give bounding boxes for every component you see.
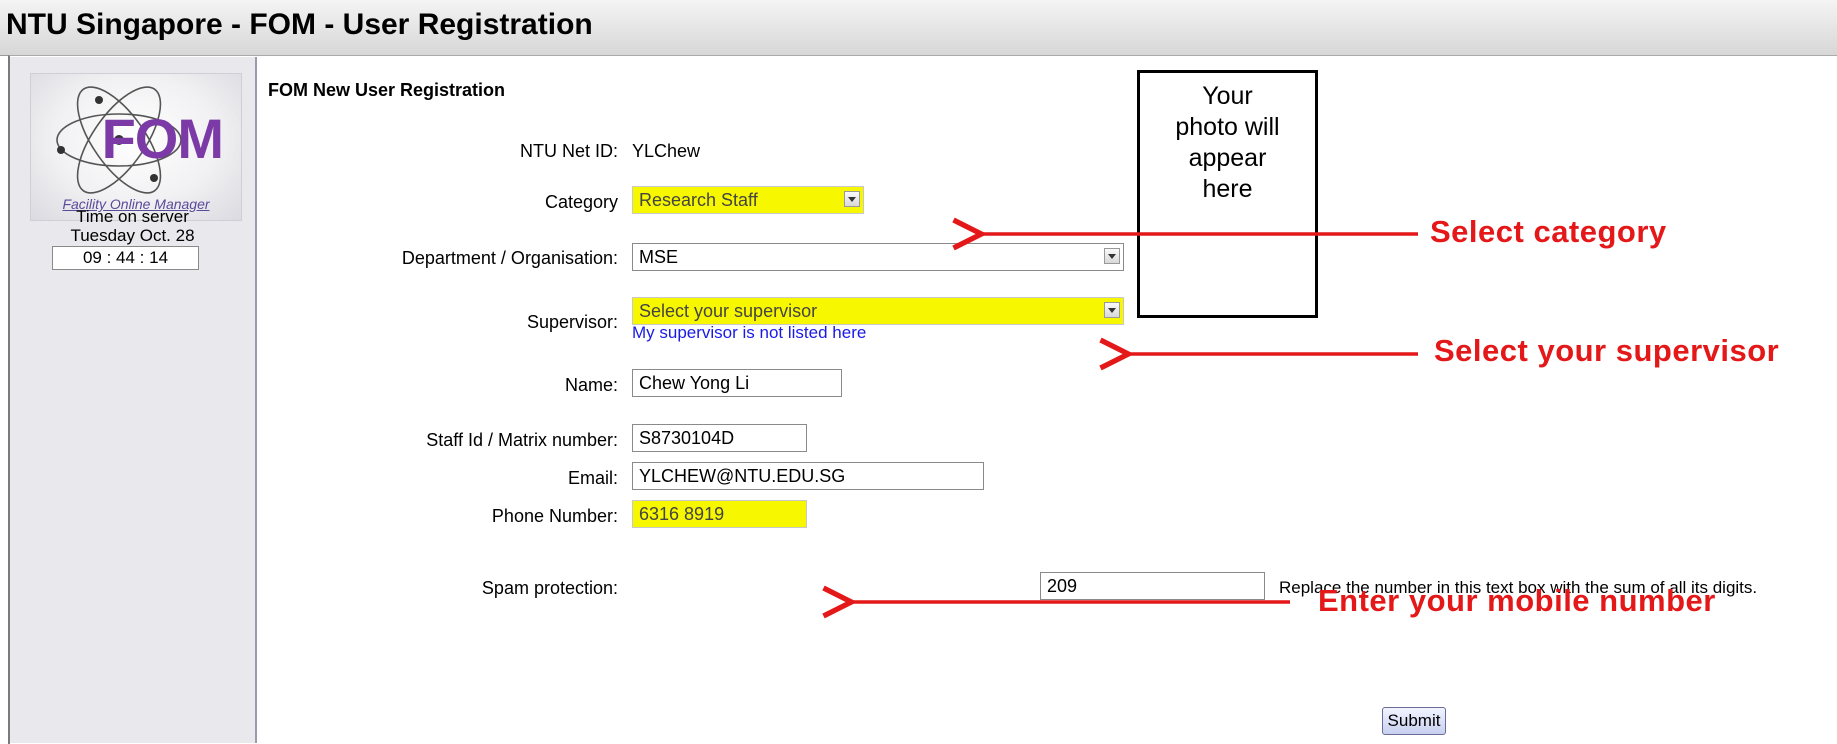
annotation-arrows xyxy=(0,0,1418,743)
annotation-phone: Enter your mobile number xyxy=(1318,583,1716,618)
annotation-category: Select category xyxy=(1430,214,1667,249)
annotation-supervisor: Select your supervisor xyxy=(1434,333,1780,368)
